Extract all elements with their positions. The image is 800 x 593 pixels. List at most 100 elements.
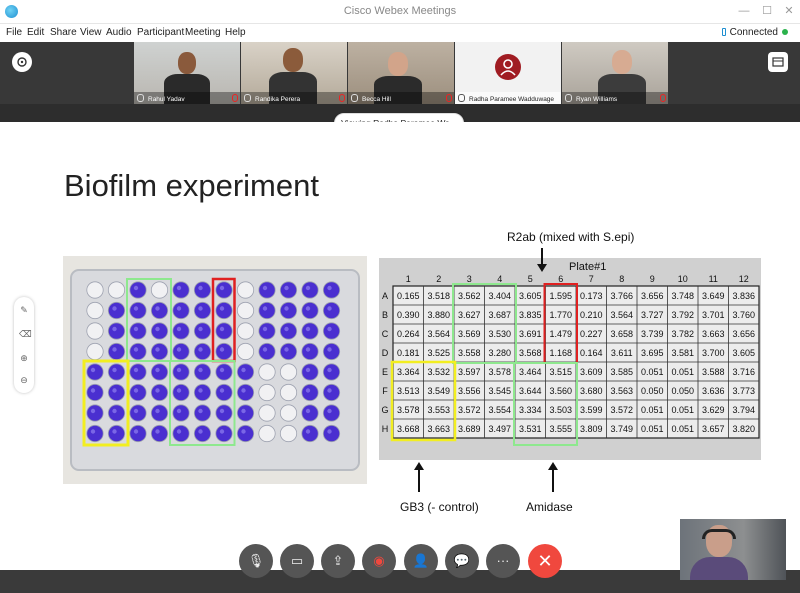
well: [301, 424, 319, 443]
well: [86, 301, 104, 320]
zoom-in-icon[interactable]: ⊕: [19, 353, 29, 363]
table-cell: 3.836: [732, 291, 755, 301]
close-button[interactable]: ✕: [778, 3, 800, 19]
column-header: 4: [497, 274, 502, 284]
well: [193, 404, 212, 422]
more-icon: ···: [496, 553, 510, 568]
well: [129, 281, 147, 299]
table-cell: 3.611: [611, 348, 633, 358]
table-cell: 3.556: [458, 386, 481, 396]
well: [279, 424, 298, 443]
arrow-amidase: [552, 470, 554, 492]
participant-tile[interactable]: Radha Paramee Wadduwage: [455, 42, 561, 104]
well: [258, 363, 276, 381]
participants-button[interactable]: 👤: [404, 544, 438, 578]
row-label: A: [382, 291, 388, 301]
well: [172, 322, 190, 340]
table-cell: 3.727: [641, 310, 664, 320]
menu-file[interactable]: File: [6, 27, 22, 38]
row-label: F: [382, 386, 388, 396]
table-cell: 3.585: [610, 367, 633, 377]
end-call-button[interactable]: ✕: [528, 544, 562, 578]
well: [107, 383, 126, 402]
table-cell: 3.629: [702, 405, 725, 415]
arrow-r2ab-head: [537, 264, 547, 272]
arrow-amidase-head: [548, 462, 558, 470]
more-button[interactable]: ···: [486, 544, 520, 578]
well: [301, 301, 319, 320]
table-cell: 3.554: [488, 405, 511, 415]
menu-view[interactable]: View: [80, 27, 102, 38]
self-view-video[interactable]: [680, 519, 786, 580]
connection-label: Connected: [729, 27, 778, 38]
maximize-button[interactable]: ☐: [756, 3, 778, 19]
layout-button[interactable]: [12, 52, 32, 72]
well: [172, 342, 190, 361]
table-cell: 3.691: [519, 329, 542, 339]
row-label: C: [382, 329, 389, 339]
menu-help[interactable]: Help: [225, 27, 246, 38]
share-button[interactable]: ⇪: [321, 544, 355, 578]
menu-participant[interactable]: Participant: [137, 27, 184, 38]
table-cell: 3.572: [458, 405, 481, 415]
table-cell: 1.479: [549, 329, 572, 339]
mic-muted-icon: [446, 94, 452, 102]
table-cell: 3.680: [580, 386, 603, 396]
table-cell: 0.173: [580, 291, 603, 301]
well: [322, 383, 341, 402]
eraser-icon[interactable]: ⌫: [19, 329, 32, 339]
well: [172, 383, 190, 402]
well: [322, 363, 341, 381]
well: [193, 322, 212, 340]
participant-tile[interactable]: Rahul Yadav: [134, 42, 240, 104]
chat-button[interactable]: 💬: [445, 544, 479, 578]
participant-tile[interactable]: Randika Perera: [241, 42, 347, 104]
well: [193, 424, 212, 443]
mic-muted-icon: [232, 94, 238, 102]
mute-button[interactable]: 🎙: [239, 544, 273, 578]
well: [86, 342, 104, 361]
table-cell: 3.749: [610, 424, 633, 434]
well: [193, 363, 212, 381]
menu-share[interactable]: Share: [50, 27, 77, 38]
well: [150, 404, 169, 422]
well: [258, 424, 276, 443]
well: [86, 404, 104, 422]
table-cell: 3.687: [488, 310, 511, 320]
well: [322, 342, 341, 361]
table-cell: 3.760: [732, 310, 755, 320]
menu-meeting[interactable]: Meeting: [185, 27, 221, 38]
well: [236, 322, 255, 340]
table-cell: 3.880: [427, 310, 450, 320]
well: [215, 342, 233, 361]
well: [172, 363, 190, 381]
participant-tile[interactable]: Ryan Williams: [562, 42, 668, 104]
column-header: 9: [650, 274, 655, 284]
table-cell: 3.649: [702, 291, 725, 301]
well: [172, 301, 190, 320]
video-button[interactable]: ▭: [280, 544, 314, 578]
table-cell: 3.558: [458, 348, 481, 358]
label-r2ab: R2ab (mixed with S.epi): [507, 230, 635, 244]
well: [129, 342, 147, 361]
well: [279, 383, 298, 402]
well: [279, 322, 298, 340]
mic-icon: [458, 94, 465, 102]
layout-toggle-button[interactable]: [768, 52, 788, 72]
column-header: 6: [558, 274, 563, 284]
share-icon: ⇪: [332, 553, 344, 568]
annotate-pen-icon[interactable]: ✎: [19, 305, 29, 315]
table-cell: 3.657: [702, 424, 725, 434]
row-label: E: [382, 367, 388, 377]
table-cell: 0.051: [641, 405, 664, 415]
zoom-out-icon[interactable]: ⊖: [19, 375, 29, 385]
well: [322, 404, 341, 422]
minimize-button[interactable]: —: [733, 3, 755, 19]
well: [129, 301, 147, 320]
table-cell: 3.364: [397, 367, 420, 377]
menu-audio[interactable]: Audio: [106, 27, 132, 38]
participant-tile[interactable]: Becca Hill: [348, 42, 454, 104]
menu-edit[interactable]: Edit: [27, 27, 44, 38]
record-button[interactable]: ◉: [362, 544, 396, 578]
well: [236, 424, 255, 443]
